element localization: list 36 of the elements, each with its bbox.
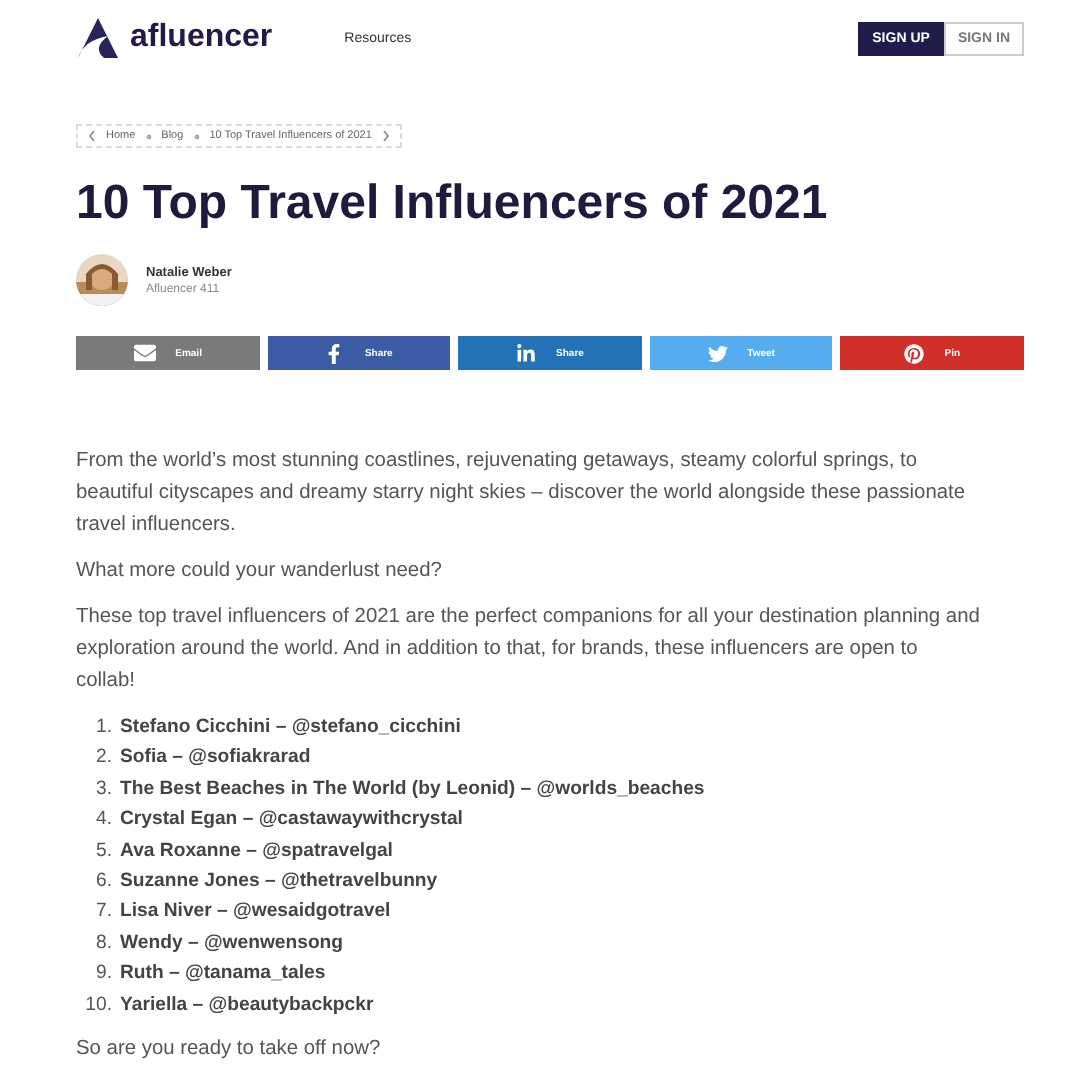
list-number: 4. [93,806,114,835]
list-number: 9. [93,960,114,989]
list-number: 3. [93,775,114,804]
influencer-item: Ruth – @tanama_tales [120,960,326,989]
paragraph: From the world’s most stunning coastlines, rejuvenating getaways, steamy colorful springs, to beautiful cityscapes and dreamy starry night skies – discover the world alongside these passionate travel influencers. [76,448,968,540]
list-number: 8. [93,929,114,958]
linkedin-icon [516,343,537,363]
influencer-item: Wendy – @wenwensong [120,929,344,958]
influencer-item: Yariella – @beautybackpckr [120,991,374,1020]
logo-text: afluencer [130,20,273,56]
influencer-item: Stefano Cicchini – @stefano_cicchini [120,714,461,742]
influencer-item: Ava Roxanne – @spatravelgal [120,837,393,866]
influencer-item: Suzanne Jones – @thetravelbunny [120,868,438,897]
facebook-icon [324,343,345,363]
article-title: 10 Top Travel Influencers of 2021 [76,176,830,232]
dot-icon [193,133,200,139]
list-number: 10. [83,991,114,1020]
influencer-item: The Best Beaches in The World (by Leonid) – @worlds_beaches [120,775,705,804]
pinterest-icon [904,343,925,363]
list-number: 1. [93,714,114,742]
list-number: 2. [93,744,114,773]
chevron-right-icon[interactable] [381,130,390,142]
twitter-icon [707,343,728,363]
paragraph: These top travel influencers of 2021 are the perfect companions for all your destination planning and exploration around the world. And in addition to that, for brands, these influencers are open to collab! [76,604,980,696]
list-number: 7. [93,898,114,927]
chevron-left-icon[interactable] [88,130,96,142]
paragraph: What more could your wanderlust need? [76,558,444,586]
influencer-item: Crystal Egan – @castawaywithcrystal [120,806,463,835]
paragraph: So are you ready to take off now? [76,1036,383,1065]
dot-icon [145,133,152,139]
influencer-item: Lisa Niver – @wesaidgotravel [120,898,391,927]
influencer-item: Sofia – @sofiakrarad [120,744,311,773]
logo-icon [76,16,120,60]
list-number: 6. [93,868,114,897]
list-number: 5. [93,837,114,866]
envelope-icon [133,342,156,364]
